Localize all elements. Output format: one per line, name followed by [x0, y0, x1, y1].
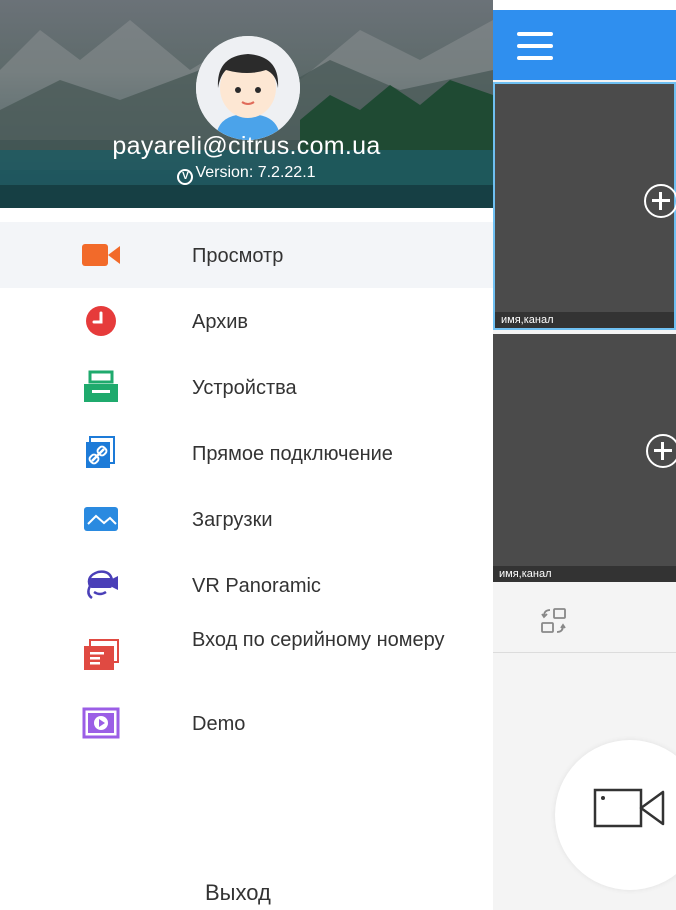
menu-item-devices[interactable]: Устройства: [0, 354, 493, 420]
logout-button[interactable]: Выход: [205, 880, 271, 906]
menu-item-label: Просмотр: [192, 245, 284, 267]
menu-item-label: Вход по серийному номеру: [192, 629, 445, 651]
camera-icon: [82, 244, 120, 266]
menu-item-serial-login[interactable]: Вход по серийному номеру: [0, 618, 493, 690]
clock-icon: [86, 306, 116, 336]
switch-layout-icon[interactable]: [539, 606, 569, 636]
play-icon: [82, 707, 120, 739]
app-version: V Version: 7.2.22.1: [0, 164, 493, 185]
user-avatar-icon: [196, 36, 300, 140]
menu-item-direct-connection[interactable]: Прямое подключение: [0, 420, 493, 486]
divider: [493, 652, 676, 653]
add-channel-icon[interactable]: [646, 434, 676, 468]
menu-item-label: VR Panoramic: [192, 575, 321, 597]
navigation-drawer: payareli@citrus.com.ua V Version: 7.2.22.…: [0, 0, 493, 910]
record-button[interactable]: [555, 740, 676, 890]
tile-label: имя,канал: [493, 566, 676, 582]
menu-item-label: Прямое подключение: [192, 443, 393, 465]
version-text: Version: 7.2.22.1: [195, 164, 316, 181]
menu-icon[interactable]: [517, 32, 553, 60]
menu-item-downloads[interactable]: Загрузки: [0, 486, 493, 552]
device-icon: [84, 370, 118, 402]
video-tile[interactable]: имя,канал: [493, 82, 676, 330]
menu-item-live-view[interactable]: Просмотр: [0, 222, 493, 288]
link-icon: [86, 436, 115, 468]
user-email: payareli@citrus.com.ua: [112, 132, 381, 160]
vr-headset-icon: [87, 570, 118, 600]
drawer-header: payareli@citrus.com.ua V Version: 7.2.22.…: [0, 0, 493, 208]
menu-item-archive[interactable]: Архив: [0, 288, 493, 354]
menu-item-label: Demo: [192, 713, 246, 735]
image-icon: [84, 507, 118, 531]
version-icon: V: [177, 169, 194, 185]
top-bar: [493, 10, 676, 80]
video-camera-icon: [593, 788, 665, 828]
serial-card-icon: [84, 639, 119, 670]
video-tile[interactable]: имя,канал: [493, 334, 676, 582]
menu-item-label: Архив: [192, 311, 249, 333]
control-panel: [493, 582, 676, 910]
tile-label: имя,канал: [495, 312, 674, 328]
drawer-menu: Просмотр Архив Устройства Прямое подключ…: [0, 222, 493, 756]
menu-item-vr-panoramic[interactable]: VR Panoramic: [0, 552, 493, 618]
menu-item-label: Устройства: [192, 377, 297, 399]
avatar[interactable]: [196, 36, 300, 140]
menu-item-demo[interactable]: Demo: [0, 690, 493, 756]
menu-item-label: Загрузки: [192, 509, 273, 531]
live-view-screen: имя,канал имя,канал: [493, 10, 676, 910]
add-channel-icon[interactable]: [644, 184, 676, 218]
